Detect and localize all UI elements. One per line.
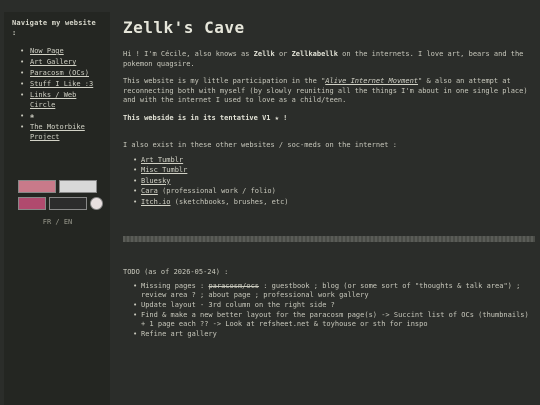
social-links: Art Tumblr Misc Tumblr Bluesky Cara (pro… <box>123 155 535 208</box>
button-badges <box>18 180 108 210</box>
nav-title: Navigate my website : <box>12 19 96 37</box>
language-switch: FR / EN <box>12 218 103 226</box>
elsewhere-heading: I also exist in these other websites / s… <box>123 141 397 149</box>
about-paragraph: This website is my little participation … <box>123 77 535 106</box>
todo-item: Find & make a new better layout for the … <box>133 311 535 329</box>
magenta-button-badge[interactable] <box>18 197 46 210</box>
nav-item-motorbike[interactable]: The Motorbike Project <box>20 122 103 142</box>
main-content: Zellk's Cave Hi ! I'm Cécile, also knows… <box>123 18 535 340</box>
link-note: (sketchbooks, brushes, etc) <box>170 197 289 206</box>
nav-link-now[interactable]: Now Page <box>30 47 64 55</box>
lang-separator: / <box>51 218 64 226</box>
intro-text-b: or <box>274 50 292 58</box>
nav-link-paracosm[interactable]: Paracosm (OCs) <box>30 69 89 77</box>
social-item: Itch.io (sketchbooks, brushes, etc) <box>133 197 535 208</box>
nav-link-art-gallery[interactable]: Art Gallery <box>30 58 76 66</box>
intro-name-zellkabellk: Zellkabellk <box>291 50 338 58</box>
circle-badge[interactable] <box>90 197 103 210</box>
tentative-notice: This webside is in its tentative V1 ★ ! <box>123 113 288 122</box>
white-button-badge[interactable] <box>59 180 97 193</box>
todo-strike-text: paracosm/ocs <box>208 281 260 290</box>
nav-item-stuff[interactable]: Stuff I Like :3 <box>20 79 103 89</box>
todo-item: Missing pages : paracosm/ocs : guestbook… <box>133 282 535 300</box>
nav-item-links[interactable]: Links / Web Circle <box>20 90 103 110</box>
alive-internet-link[interactable]: Alive Internet Movment <box>325 77 418 85</box>
todo-item: Update layout - 3rd column on the right … <box>133 301 535 310</box>
about-text-a: This website is my little participation … <box>123 77 326 85</box>
flower-icon[interactable]: ❀ <box>30 112 34 120</box>
nav-link-links[interactable]: Links / Web Circle <box>30 91 76 109</box>
dark-button-badge[interactable] <box>49 197 87 210</box>
page-title: Zellk's Cave <box>123 18 245 37</box>
lang-en-link[interactable]: EN <box>64 218 72 226</box>
cara-link[interactable]: Cara <box>141 187 158 195</box>
sidebar: Navigate my website : Now Page Art Galle… <box>4 12 110 405</box>
lang-fr-link[interactable]: FR <box>43 218 51 226</box>
bluesky-link[interactable]: Bluesky <box>141 177 171 185</box>
pink-button-badge[interactable] <box>18 180 56 193</box>
social-item: Cara (professional work / folio) <box>133 186 535 197</box>
itchio-link[interactable]: Itch.io <box>141 198 171 206</box>
social-item: Misc Tumblr <box>133 165 535 176</box>
nav-item-now[interactable]: Now Page <box>20 46 103 56</box>
social-item: Art Tumblr <box>133 155 535 166</box>
social-item: Bluesky <box>133 176 535 187</box>
divider <box>123 236 535 242</box>
todo-item: Refine art gallery <box>133 330 535 339</box>
todo-text: Missing pages : <box>141 281 209 290</box>
nav-list: Now Page Art Gallery Paracosm (OCs) Stuf… <box>12 46 103 142</box>
nav-item-paracosm[interactable]: Paracosm (OCs) <box>20 68 103 78</box>
misc-tumblr-link[interactable]: Misc Tumblr <box>141 166 187 174</box>
intro-name-zellk: Zellk <box>253 50 275 58</box>
todo-heading: TODO (as of 2026-05-24) : <box>123 268 229 276</box>
nav-item-flower[interactable]: ❀ <box>20 111 103 121</box>
link-note: (professional work / folio) <box>157 187 276 195</box>
intro-text-a: Hi ! I'm Cécile, also knows as <box>123 50 254 58</box>
nav-link-motorbike[interactable]: The Motorbike Project <box>30 123 85 141</box>
nav-link-stuff[interactable]: Stuff I Like :3 <box>30 80 93 88</box>
nav-item-art-gallery[interactable]: Art Gallery <box>20 57 103 67</box>
art-tumblr-link[interactable]: Art Tumblr <box>141 156 183 164</box>
intro-paragraph: Hi ! I'm Cécile, also knows as Zellk or … <box>123 50 535 69</box>
todo-list: Missing pages : paracosm/ocs : guestbook… <box>123 282 535 339</box>
